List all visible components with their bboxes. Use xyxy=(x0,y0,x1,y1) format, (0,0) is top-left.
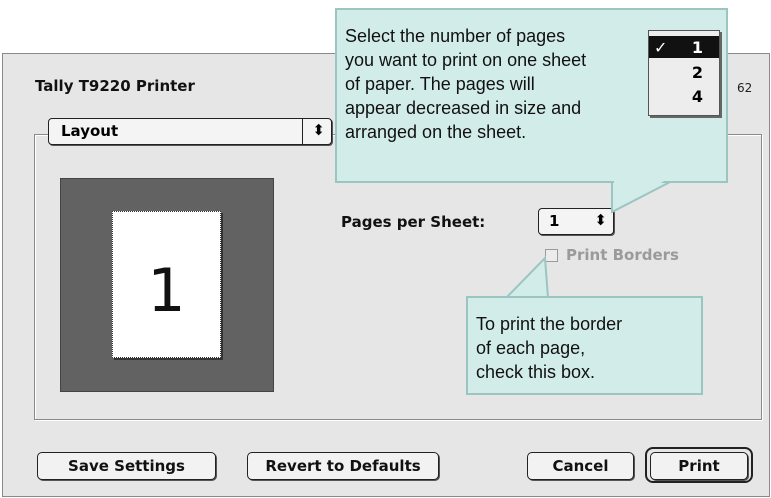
menu-option-label: 1 xyxy=(691,38,703,57)
print-borders-callout: To print the border of each page, check … xyxy=(466,296,703,395)
callout-line: To print the border xyxy=(476,314,623,334)
menu-option-label: 4 xyxy=(691,87,703,106)
menu-option-4[interactable]: 4 xyxy=(649,85,719,107)
check-icon: ✓ xyxy=(654,38,668,57)
borders-pointer-cover xyxy=(510,262,547,300)
menu-option-label: 2 xyxy=(691,63,703,82)
pages-per-sheet-menu: ✓ 1 2 4 xyxy=(648,30,720,116)
callout-line: check this box. xyxy=(476,362,596,382)
menu-option-1[interactable]: ✓ 1 xyxy=(649,36,719,58)
pages-pointer-cover xyxy=(614,179,668,208)
menu-option-2[interactable]: 2 xyxy=(649,61,719,83)
callout-line: of each page, xyxy=(476,338,586,358)
